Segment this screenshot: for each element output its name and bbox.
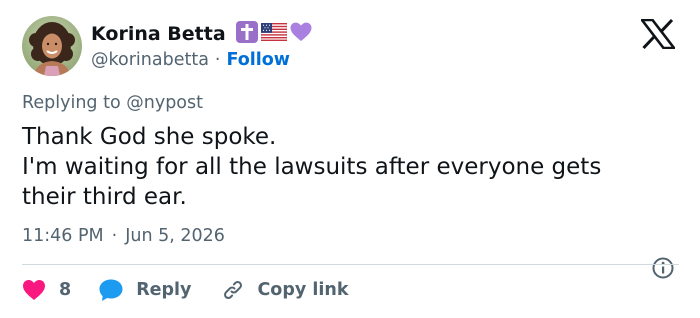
tweet-date: Jun 5, 2026 xyxy=(125,226,225,246)
like-count: 8 xyxy=(59,280,72,300)
profile-badges xyxy=(235,21,312,47)
reply-context-prefix: Replying to xyxy=(22,93,121,113)
timestamp-separator: · xyxy=(111,226,118,246)
tweet-line: their third ear. xyxy=(22,184,187,210)
purple-heart-icon xyxy=(290,22,312,46)
action-bar: 8 Reply Copy link xyxy=(22,276,348,304)
reply-mention[interactable]: @nypost xyxy=(126,93,203,113)
x-logo-icon[interactable] xyxy=(639,18,677,50)
avatar[interactable] xyxy=(22,16,82,76)
heart-icon xyxy=(22,279,46,301)
tweet-line: I'm waiting for all the lawsuits after e… xyxy=(22,154,602,180)
like-button[interactable]: 8 xyxy=(22,279,71,301)
reply-label: Reply xyxy=(136,280,192,300)
tweet-card: Korina Betta @korinabetta · Follow Reply… xyxy=(0,0,700,318)
copy-link-button[interactable]: Copy link xyxy=(221,278,348,302)
display-name[interactable]: Korina Betta xyxy=(91,23,226,45)
us-flag-icon xyxy=(260,22,287,45)
user-handle[interactable]: @korinabetta xyxy=(91,50,209,70)
reply-context: Replying to @nypost xyxy=(22,93,203,113)
reply-button[interactable]: Reply xyxy=(98,278,191,302)
follow-button[interactable]: Follow xyxy=(227,50,290,70)
tweet-line: Thank God she spoke. xyxy=(22,124,277,150)
handle-row: @korinabetta · Follow xyxy=(91,48,290,72)
latin-cross-icon xyxy=(235,21,258,47)
tweet-time: 11:46 PM xyxy=(22,226,104,246)
link-icon xyxy=(221,278,245,302)
display-name-row: Korina Betta xyxy=(91,20,312,48)
info-icon[interactable] xyxy=(651,256,675,280)
handle-separator: · xyxy=(214,50,221,70)
tweet-timestamp[interactable]: 11:46 PM · Jun 5, 2026 xyxy=(22,226,225,246)
copy-link-label: Copy link xyxy=(257,280,349,300)
tweet-text: Thank God she spoke. I'm waiting for all… xyxy=(22,122,682,212)
divider xyxy=(22,264,679,265)
speech-bubble-icon xyxy=(98,278,124,302)
